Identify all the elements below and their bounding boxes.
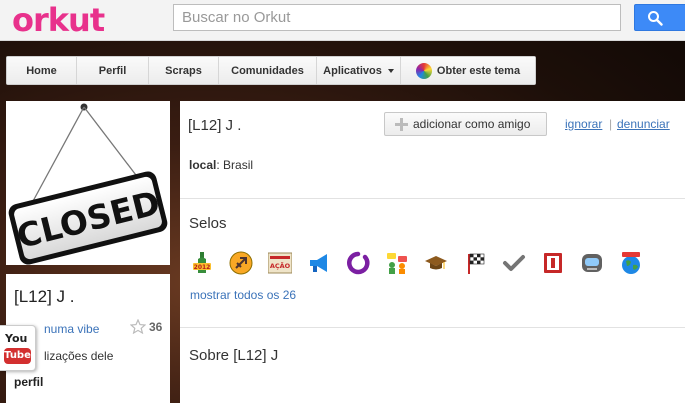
- search-input[interactable]: [173, 4, 621, 31]
- add-friend-button[interactable]: adicionar como amigo: [384, 112, 547, 136]
- red-book-icon[interactable]: [541, 251, 565, 275]
- badges-heading: Selos: [189, 215, 227, 232]
- main-panel: [L12] J . adicionar como amigo ignorar |…: [180, 101, 685, 403]
- nav-home[interactable]: Home: [7, 57, 77, 84]
- profile-photo[interactable]: CLOSED: [6, 101, 170, 265]
- page-title: [L12] J .: [188, 117, 242, 134]
- nav-aplicativos[interactable]: Aplicativos: [317, 57, 401, 84]
- search-icon: [648, 11, 663, 26]
- svg-text:AÇÃO: AÇÃO: [270, 261, 291, 270]
- megaphone-icon[interactable]: [307, 251, 331, 275]
- globe-icon[interactable]: [619, 251, 643, 275]
- chat-people-icon[interactable]: [385, 251, 409, 275]
- sagittarius-icon[interactable]: [229, 251, 253, 275]
- about-heading: Sobre [L12] J: [189, 347, 279, 364]
- orkut-logo[interactable]: orkut: [12, 1, 105, 39]
- badges-list: 2012 AÇÃO: [190, 251, 658, 275]
- theme-palette-icon: [415, 62, 432, 79]
- plus-icon: [395, 117, 408, 131]
- robot-face-icon[interactable]: [580, 251, 604, 275]
- main-nav: Home Perfil Scraps Comunidades Aplicativ…: [6, 56, 536, 85]
- youtube-widget[interactable]: You Tube: [0, 325, 36, 371]
- nav-comunidades[interactable]: Comunidades: [219, 57, 317, 84]
- svg-text:2012: 2012: [194, 264, 211, 271]
- checkered-flag-icon[interactable]: [463, 251, 487, 275]
- section-divider: [180, 198, 685, 199]
- graduation-cap-icon[interactable]: [424, 251, 448, 275]
- link-separator: |: [609, 117, 613, 131]
- report-link[interactable]: denunciar: [617, 117, 670, 131]
- profile-name: [L12] J .: [14, 287, 75, 306]
- ignore-link[interactable]: ignorar: [565, 117, 602, 131]
- section-divider: [180, 327, 685, 328]
- perfil-link[interactable]: perfil: [14, 375, 43, 389]
- youtube-logo-tube: Tube: [4, 348, 31, 364]
- fans-count[interactable]: 36: [130, 319, 162, 334]
- bottle-2012-icon[interactable]: 2012: [190, 251, 214, 275]
- location-info: local: Brasil: [189, 158, 254, 172]
- purple-ring-icon[interactable]: [346, 251, 370, 275]
- youtube-logo-you: You: [5, 332, 28, 345]
- nav-get-theme[interactable]: Obter este tema: [401, 57, 535, 84]
- checkmark-icon[interactable]: [502, 251, 526, 275]
- updates-link[interactable]: lizações dele: [44, 349, 113, 363]
- vibe-link[interactable]: numa vibe: [44, 322, 99, 336]
- top-bar: orkut: [0, 0, 685, 41]
- nav-perfil[interactable]: Perfil: [77, 57, 149, 84]
- closed-sign-image: CLOSED: [8, 103, 168, 265]
- search-button[interactable]: [634, 4, 685, 31]
- nav-scraps[interactable]: Scraps: [149, 57, 219, 84]
- show-all-badges-link[interactable]: mostrar todos os 26: [190, 288, 296, 302]
- chevron-down-icon: [387, 68, 394, 73]
- star-icon: [130, 319, 146, 334]
- superacao-icon[interactable]: AÇÃO: [267, 251, 293, 275]
